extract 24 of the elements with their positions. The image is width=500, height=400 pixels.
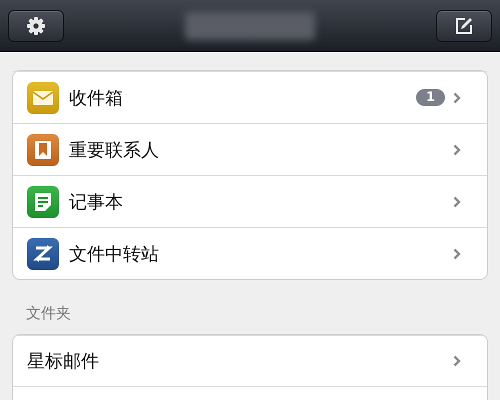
list-row[interactable]: 重要联系人 <box>13 123 487 175</box>
list-row[interactable]: 收件箱 1 <box>13 71 487 123</box>
settings-button[interactable] <box>8 10 64 42</box>
compose-button[interactable] <box>436 10 492 42</box>
note-icon <box>27 186 59 218</box>
envelope-icon <box>27 82 59 114</box>
count-badge: 1 <box>416 89 445 106</box>
row-label: 文件中转站 <box>69 242 160 266</box>
section-header: 文件夹 <box>26 304 71 322</box>
row-label: 星标邮件 <box>27 350 100 373</box>
compose-icon <box>454 16 474 36</box>
row-label: 重要联系人 <box>69 138 160 162</box>
list-row[interactable]: 记事本 <box>13 175 487 227</box>
transfer-icon <box>27 238 59 270</box>
row-label: 记事本 <box>69 190 124 214</box>
bookmark-icon <box>27 134 59 166</box>
chevron-icon <box>453 355 461 367</box>
row-label: 收件箱 <box>69 86 124 110</box>
settings-icon <box>26 16 46 36</box>
list-row[interactable]: 文件中转站 <box>13 227 487 279</box>
chevron-icon <box>453 92 461 104</box>
chevron-icon <box>453 196 461 208</box>
chevron-icon <box>453 144 461 156</box>
chevron-icon <box>453 248 461 260</box>
